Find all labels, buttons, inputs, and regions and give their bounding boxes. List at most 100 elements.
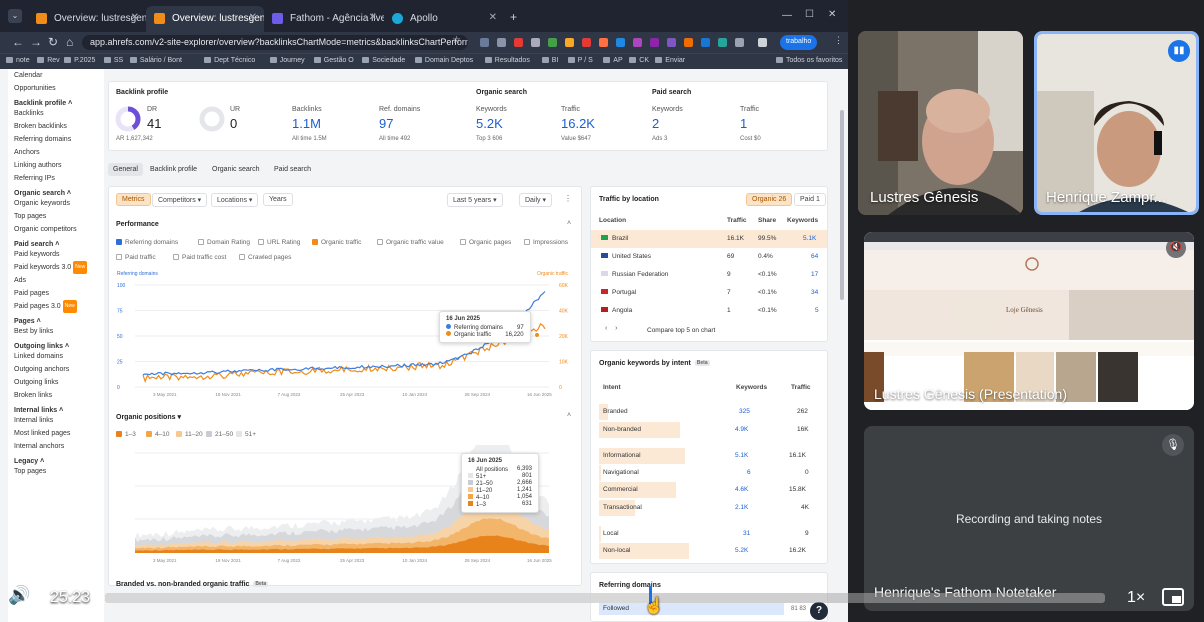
metric-checkbox[interactable]: Crawled pages bbox=[239, 254, 291, 261]
home-icon[interactable]: ⌂ bbox=[66, 35, 73, 49]
dr-value[interactable]: 41 bbox=[147, 116, 161, 131]
sidebar-item[interactable]: Referring IPs bbox=[8, 172, 104, 185]
prev-icon[interactable]: ‹ bbox=[605, 325, 607, 332]
location-row[interactable]: Russian Federation 9 <0.1% 17 bbox=[591, 266, 827, 284]
more-options-icon[interactable]: ⋮ bbox=[564, 194, 572, 203]
sidebar-item[interactable]: Top pages bbox=[8, 210, 104, 223]
intent-row[interactable]: Non-local 5.2K 16.2K bbox=[591, 542, 827, 560]
close-tab-icon[interactable]: ✕ bbox=[369, 12, 377, 23]
close-tab-icon[interactable]: ✕ bbox=[249, 12, 257, 23]
scrollbar[interactable] bbox=[840, 110, 844, 300]
years-button[interactable]: Years bbox=[263, 193, 293, 206]
position-legend-item[interactable]: 51+ bbox=[236, 431, 256, 438]
sidebar-item[interactable]: Anchors bbox=[8, 146, 104, 159]
tab-organic-search[interactable]: Organic search bbox=[212, 166, 259, 173]
intent-row[interactable]: Informational 5.1K 16.1K bbox=[591, 447, 827, 465]
reload-icon[interactable]: ↻ bbox=[48, 35, 58, 49]
close-tab-icon[interactable]: ✕ bbox=[489, 12, 497, 23]
download-icon[interactable] bbox=[758, 38, 767, 47]
sidebar-item[interactable]: Broken links bbox=[8, 389, 104, 402]
metric-checkbox[interactable]: Domain Rating bbox=[198, 239, 250, 246]
sidebar-item[interactable]: Most linked pages bbox=[8, 427, 104, 440]
extension-icon[interactable] bbox=[582, 38, 591, 47]
bookmark-item[interactable]: BI bbox=[542, 57, 559, 64]
intent-row[interactable]: Local 31 9 bbox=[591, 525, 827, 543]
position-legend-item[interactable]: 11–20 bbox=[176, 431, 203, 438]
extension-icon[interactable] bbox=[684, 38, 693, 47]
sidebar-item[interactable]: Linking authors bbox=[8, 159, 104, 172]
tab-general[interactable]: General bbox=[108, 163, 143, 176]
sidebar-section-heading[interactable]: Paid search ˄ bbox=[8, 241, 104, 248]
maximize-icon[interactable]: ☐ bbox=[805, 9, 814, 20]
bookmark-item[interactable]: CK bbox=[629, 57, 649, 64]
paid-traffic-value[interactable]: 1 bbox=[740, 116, 747, 131]
volume-icon[interactable]: 🔊 bbox=[8, 585, 30, 606]
organic-positions-heading[interactable]: Organic positions ▾ bbox=[116, 413, 181, 421]
bookmark-item[interactable]: Enviar bbox=[655, 57, 685, 64]
locations-dropdown[interactable]: Locations ▾ bbox=[211, 193, 259, 207]
position-legend-item[interactable]: 21–50 bbox=[206, 431, 233, 438]
sidebar-item[interactable]: Top pages bbox=[8, 465, 104, 478]
metric-checkbox[interactable]: Paid traffic cost bbox=[173, 254, 226, 261]
organic-toggle[interactable]: Organic 26 bbox=[746, 193, 793, 206]
location-row[interactable]: Angola 1 <0.1% 5 bbox=[591, 302, 827, 320]
traffic-value[interactable]: 16.2K bbox=[561, 116, 595, 131]
sidebar-item[interactable]: Paid keywords 3.0 New bbox=[8, 261, 104, 274]
next-icon[interactable]: › bbox=[615, 325, 617, 332]
sidebar-section-heading[interactable]: Organic search ˄ bbox=[8, 190, 104, 197]
bookmark-item[interactable]: Salário / Bont bbox=[130, 57, 182, 64]
paid-toggle[interactable]: Paid 1 bbox=[794, 193, 826, 206]
location-row[interactable]: United States 69 0.4% 64 bbox=[591, 248, 827, 266]
ar-value[interactable]: AR 1,627,342 bbox=[116, 136, 153, 142]
bookmark-item[interactable]: Sociedade bbox=[362, 57, 405, 64]
presentation-tile[interactable]: Loje Gênesis 🔇 Lustres Gênesis (Presenta… bbox=[864, 232, 1194, 410]
bookmark-item[interactable]: Resultados bbox=[485, 57, 530, 64]
metric-checkbox[interactable]: Referring domains bbox=[116, 239, 178, 246]
bookmark-item[interactable]: Rev bbox=[37, 57, 59, 64]
sidebar-item[interactable]: Best by links bbox=[8, 325, 104, 338]
collapse-chevron-icon[interactable]: ˄ bbox=[567, 220, 571, 227]
sidebar-item[interactable]: Backlinks bbox=[8, 107, 104, 120]
sidebar-item[interactable]: Internal anchors bbox=[8, 440, 104, 453]
tab-search-icon[interactable]: ⌄ bbox=[8, 9, 22, 23]
back-icon[interactable]: ← bbox=[12, 35, 24, 49]
sidebar-item[interactable]: Outgoing links bbox=[8, 376, 104, 389]
intent-row[interactable]: Commercial 4.6K 15.8K bbox=[591, 481, 827, 499]
metric-checkbox[interactable]: Paid traffic bbox=[116, 254, 156, 261]
extension-icon[interactable] bbox=[701, 38, 710, 47]
compare-top5-link[interactable]: Compare top 5 on chart bbox=[647, 327, 715, 334]
pip-icon[interactable] bbox=[1162, 588, 1184, 606]
extension-icon[interactable] bbox=[565, 38, 574, 47]
intent-row[interactable]: Branded 325 262 bbox=[591, 403, 827, 421]
bookmark-item[interactable]: Dept Técnico bbox=[204, 57, 255, 64]
extension-icon[interactable] bbox=[633, 38, 642, 47]
sidebar-item[interactable]: Paid pages 3.0 New bbox=[8, 300, 104, 313]
extension-icon[interactable] bbox=[480, 38, 489, 47]
keywords-value[interactable]: 5.2K bbox=[476, 116, 503, 131]
sidebar-item[interactable]: Broken backlinks bbox=[8, 120, 104, 133]
sidebar-section-heading[interactable]: Pages ˄ bbox=[8, 318, 104, 325]
metrics-button[interactable]: Metrics bbox=[116, 193, 151, 206]
participant-tile-speaking[interactable]: ▮▮ Henrique Zampr... bbox=[1034, 31, 1199, 215]
bookmark-item[interactable]: note bbox=[6, 57, 30, 64]
sidebar-item[interactable]: Paid keywords bbox=[8, 248, 104, 261]
browser-tab[interactable]: Fathom - Agência liveSEO - St✕ bbox=[264, 6, 384, 32]
collapse-chevron-icon[interactable]: ˄ bbox=[567, 412, 571, 419]
bookmark-item[interactable]: P.2025 bbox=[64, 57, 95, 64]
sidebar-item[interactable]: Outgoing anchors bbox=[8, 363, 104, 376]
extension-icon[interactable] bbox=[497, 38, 506, 47]
interval-dropdown[interactable]: Daily ▾ bbox=[519, 193, 553, 207]
extension-icon[interactable] bbox=[548, 38, 557, 47]
close-tab-icon[interactable]: ✕ bbox=[131, 12, 139, 23]
browser-tab[interactable]: Apollo ✕ bbox=[384, 6, 504, 32]
sidebar-section-heading[interactable]: Legacy ˄ bbox=[8, 458, 104, 465]
sidebar-item[interactable]: Organic competitors bbox=[8, 223, 104, 236]
minimize-icon[interactable]: — bbox=[782, 10, 792, 21]
browser-tab[interactable]: Overview: lustresgenesis.com.b✕ bbox=[28, 6, 146, 32]
backlinks-value[interactable]: 1.1M bbox=[292, 116, 321, 131]
extension-icon[interactable] bbox=[718, 38, 727, 47]
browser-tab-active[interactable]: Overview: lustresgenesis.com.b✕ bbox=[146, 6, 264, 32]
participant-tile[interactable]: Lustres Gênesis bbox=[858, 31, 1023, 215]
extension-icon[interactable] bbox=[650, 38, 659, 47]
location-row[interactable]: Portugal 7 <0.1% 34 bbox=[591, 284, 827, 302]
